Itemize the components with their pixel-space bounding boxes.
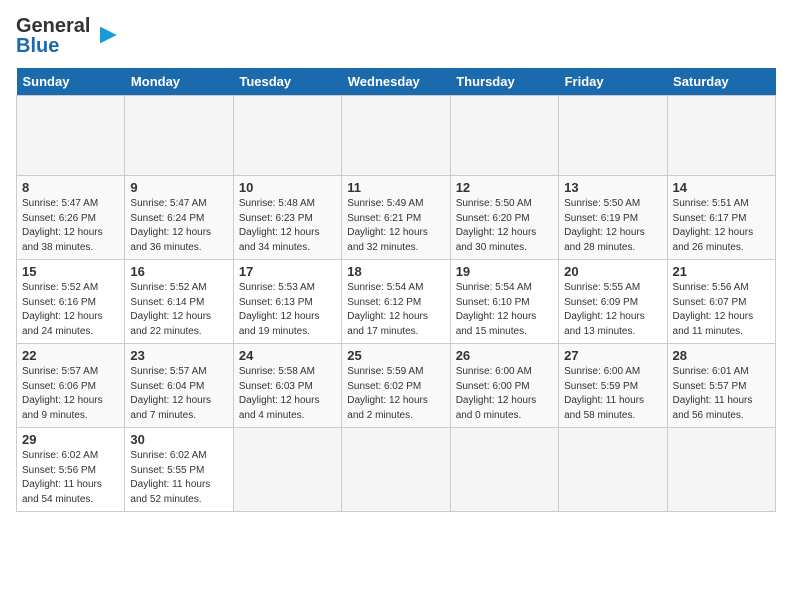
day-info: Sunrise: 5:48 AMSunset: 6:23 PMDaylight:… bbox=[239, 197, 336, 255]
calendar-cell: 20 Sunrise: 5:55 AMSunset: 6:09 PMDayligh… bbox=[559, 260, 667, 344]
day-number: 20 bbox=[564, 264, 661, 279]
calendar-cell bbox=[233, 96, 341, 176]
day-number: 22 bbox=[22, 348, 119, 363]
day-info: Sunrise: 5:47 AMSunset: 6:26 PMDaylight:… bbox=[22, 197, 119, 255]
calendar-cell: 16 Sunrise: 5:52 AMSunset: 6:14 PMDayligh… bbox=[125, 260, 233, 344]
day-number: 30 bbox=[130, 432, 227, 447]
day-number: 28 bbox=[673, 348, 770, 363]
day-info: Sunrise: 6:02 AMSunset: 5:56 PMDaylight:… bbox=[22, 449, 119, 507]
day-info: Sunrise: 5:47 AMSunset: 6:24 PMDaylight:… bbox=[130, 197, 227, 255]
calendar-cell bbox=[559, 428, 667, 512]
day-number: 12 bbox=[456, 180, 553, 195]
calendar-cell: 11 Sunrise: 5:49 AMSunset: 6:21 PMDayligh… bbox=[342, 176, 450, 260]
calendar-cell: 15 Sunrise: 5:52 AMSunset: 6:16 PMDayligh… bbox=[17, 260, 125, 344]
calendar-cell: 27 Sunrise: 6:00 AMSunset: 5:59 PMDayligh… bbox=[559, 344, 667, 428]
calendar-cell bbox=[125, 96, 233, 176]
calendar-table: SundayMondayTuesdayWednesdayThursdayFrid… bbox=[16, 68, 776, 512]
day-number: 25 bbox=[347, 348, 444, 363]
weekday-header-saturday: Saturday bbox=[667, 68, 775, 96]
day-info: Sunrise: 5:59 AMSunset: 6:02 PMDaylight:… bbox=[347, 365, 444, 423]
calendar-cell: 30 Sunrise: 6:02 AMSunset: 5:55 PMDayligh… bbox=[125, 428, 233, 512]
day-info: Sunrise: 6:00 AMSunset: 6:00 PMDaylight:… bbox=[456, 365, 553, 423]
calendar-cell: 14 Sunrise: 5:51 AMSunset: 6:17 PMDayligh… bbox=[667, 176, 775, 260]
calendar-cell bbox=[667, 428, 775, 512]
day-number: 8 bbox=[22, 180, 119, 195]
calendar-cell bbox=[450, 428, 558, 512]
day-number: 26 bbox=[456, 348, 553, 363]
day-info: Sunrise: 5:57 AMSunset: 6:06 PMDaylight:… bbox=[22, 365, 119, 423]
calendar-cell: 23 Sunrise: 5:57 AMSunset: 6:04 PMDayligh… bbox=[125, 344, 233, 428]
day-number: 27 bbox=[564, 348, 661, 363]
calendar-cell: 12 Sunrise: 5:50 AMSunset: 6:20 PMDayligh… bbox=[450, 176, 558, 260]
calendar-cell bbox=[559, 96, 667, 176]
day-info: Sunrise: 5:57 AMSunset: 6:04 PMDaylight:… bbox=[130, 365, 227, 423]
day-info: Sunrise: 5:54 AMSunset: 6:12 PMDaylight:… bbox=[347, 281, 444, 339]
day-number: 24 bbox=[239, 348, 336, 363]
day-info: Sunrise: 5:50 AMSunset: 6:19 PMDaylight:… bbox=[564, 197, 661, 255]
day-number: 13 bbox=[564, 180, 661, 195]
day-number: 17 bbox=[239, 264, 336, 279]
calendar-cell bbox=[342, 96, 450, 176]
calendar-cell: 9 Sunrise: 5:47 AMSunset: 6:24 PMDaylight… bbox=[125, 176, 233, 260]
day-info: Sunrise: 5:52 AMSunset: 6:14 PMDaylight:… bbox=[130, 281, 227, 339]
calendar-cell bbox=[17, 96, 125, 176]
day-number: 29 bbox=[22, 432, 119, 447]
calendar-cell: 8 Sunrise: 5:47 AMSunset: 6:26 PMDaylight… bbox=[17, 176, 125, 260]
calendar-cell: 22 Sunrise: 5:57 AMSunset: 6:06 PMDayligh… bbox=[17, 344, 125, 428]
day-number: 19 bbox=[456, 264, 553, 279]
weekday-header-sunday: Sunday bbox=[17, 68, 125, 96]
calendar-cell: 10 Sunrise: 5:48 AMSunset: 6:23 PMDayligh… bbox=[233, 176, 341, 260]
day-info: Sunrise: 5:56 AMSunset: 6:07 PMDaylight:… bbox=[673, 281, 770, 339]
calendar-cell: 28 Sunrise: 6:01 AMSunset: 5:57 PMDayligh… bbox=[667, 344, 775, 428]
weekday-header-tuesday: Tuesday bbox=[233, 68, 341, 96]
logo: General Blue ► bbox=[16, 16, 122, 56]
day-number: 21 bbox=[673, 264, 770, 279]
header: General Blue ► bbox=[16, 16, 776, 56]
day-info: Sunrise: 5:58 AMSunset: 6:03 PMDaylight:… bbox=[239, 365, 336, 423]
calendar-cell: 21 Sunrise: 5:56 AMSunset: 6:07 PMDayligh… bbox=[667, 260, 775, 344]
calendar-cell: 29 Sunrise: 6:02 AMSunset: 5:56 PMDayligh… bbox=[17, 428, 125, 512]
calendar-cell: 26 Sunrise: 6:00 AMSunset: 6:00 PMDayligh… bbox=[450, 344, 558, 428]
calendar-cell bbox=[233, 428, 341, 512]
day-info: Sunrise: 5:55 AMSunset: 6:09 PMDaylight:… bbox=[564, 281, 661, 339]
day-info: Sunrise: 5:53 AMSunset: 6:13 PMDaylight:… bbox=[239, 281, 336, 339]
day-info: Sunrise: 6:00 AMSunset: 5:59 PMDaylight:… bbox=[564, 365, 661, 423]
day-info: Sunrise: 5:52 AMSunset: 6:16 PMDaylight:… bbox=[22, 281, 119, 339]
day-number: 23 bbox=[130, 348, 227, 363]
weekday-header-wednesday: Wednesday bbox=[342, 68, 450, 96]
weekday-header-friday: Friday bbox=[559, 68, 667, 96]
calendar-cell: 19 Sunrise: 5:54 AMSunset: 6:10 PMDayligh… bbox=[450, 260, 558, 344]
calendar-cell bbox=[342, 428, 450, 512]
calendar-cell: 13 Sunrise: 5:50 AMSunset: 6:19 PMDayligh… bbox=[559, 176, 667, 260]
day-number: 10 bbox=[239, 180, 336, 195]
calendar-cell: 25 Sunrise: 5:59 AMSunset: 6:02 PMDayligh… bbox=[342, 344, 450, 428]
day-info: Sunrise: 6:01 AMSunset: 5:57 PMDaylight:… bbox=[673, 365, 770, 423]
day-number: 14 bbox=[673, 180, 770, 195]
calendar-cell: 24 Sunrise: 5:58 AMSunset: 6:03 PMDayligh… bbox=[233, 344, 341, 428]
day-info: Sunrise: 5:51 AMSunset: 6:17 PMDaylight:… bbox=[673, 197, 770, 255]
day-number: 15 bbox=[22, 264, 119, 279]
day-info: Sunrise: 5:54 AMSunset: 6:10 PMDaylight:… bbox=[456, 281, 553, 339]
day-number: 11 bbox=[347, 180, 444, 195]
calendar-cell bbox=[667, 96, 775, 176]
calendar-cell: 18 Sunrise: 5:54 AMSunset: 6:12 PMDayligh… bbox=[342, 260, 450, 344]
weekday-header-monday: Monday bbox=[125, 68, 233, 96]
day-info: Sunrise: 5:50 AMSunset: 6:20 PMDaylight:… bbox=[456, 197, 553, 255]
day-number: 18 bbox=[347, 264, 444, 279]
day-number: 9 bbox=[130, 180, 227, 195]
day-info: Sunrise: 5:49 AMSunset: 6:21 PMDaylight:… bbox=[347, 197, 444, 255]
calendar-cell bbox=[450, 96, 558, 176]
day-number: 16 bbox=[130, 264, 227, 279]
day-info: Sunrise: 6:02 AMSunset: 5:55 PMDaylight:… bbox=[130, 449, 227, 507]
calendar-cell: 17 Sunrise: 5:53 AMSunset: 6:13 PMDayligh… bbox=[233, 260, 341, 344]
weekday-header-thursday: Thursday bbox=[450, 68, 558, 96]
